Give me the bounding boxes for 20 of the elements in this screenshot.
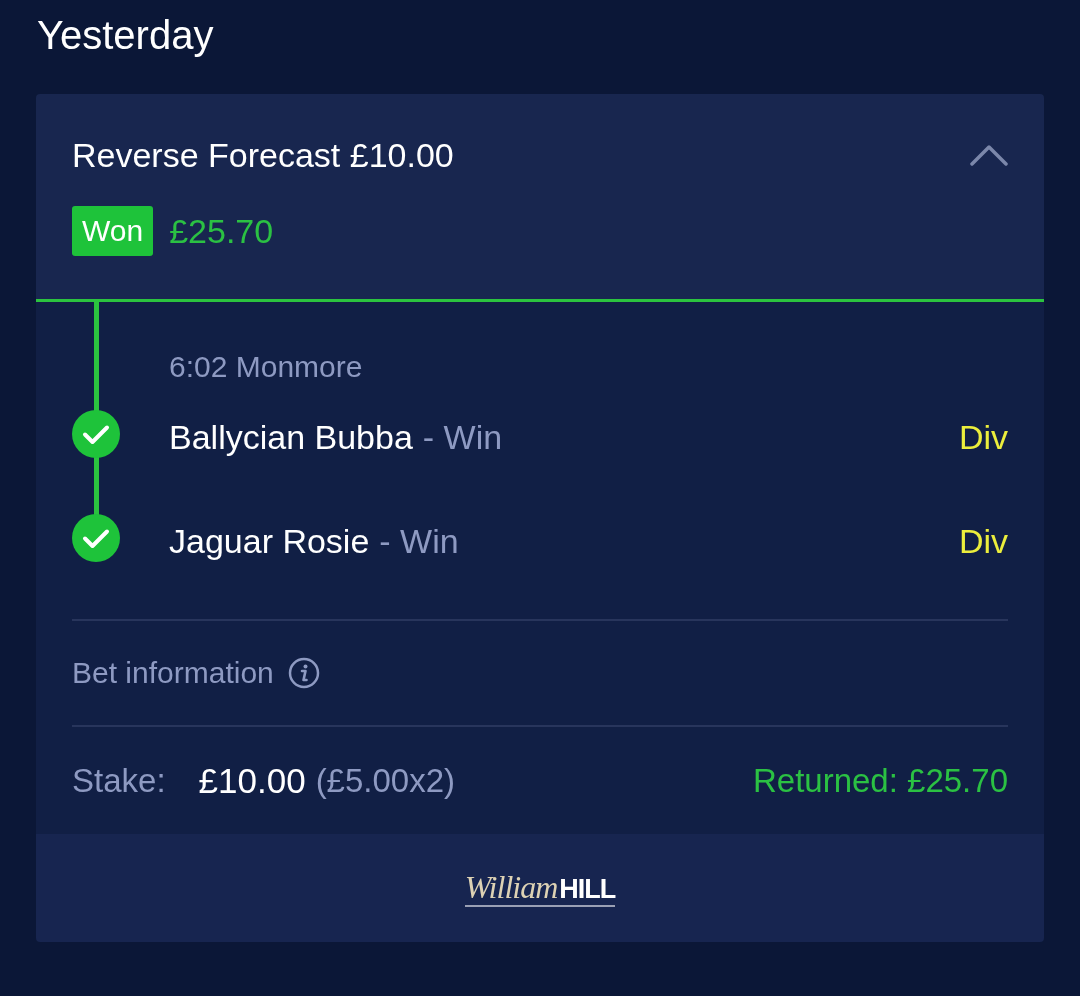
winnings-amount: £25.70 — [169, 211, 274, 251]
market-label: - Win — [422, 417, 503, 457]
collapse-chevron-icon[interactable] — [970, 144, 1008, 166]
market-label: - Win — [379, 521, 459, 561]
section-heading: Yesterday — [37, 12, 215, 58]
price-label: Div — [958, 521, 1008, 561]
stake-label: Stake: — [72, 760, 166, 801]
event-label: 6:02 Monmore — [169, 350, 363, 383]
selection-name: Ballycian Bubba — [169, 417, 413, 457]
logo-script-text: William — [464, 869, 558, 904]
stake-amount: £10.00 — [198, 760, 306, 801]
status-badge: Won — [72, 206, 154, 256]
logo-bold-text: HILL — [559, 873, 616, 904]
bet-information-link[interactable]: Bet information — [72, 655, 274, 691]
selection-name: Jaguar Rosie — [169, 521, 370, 561]
bet-title: Reverse Forecast £10.00 — [72, 135, 454, 175]
info-icon[interactable] — [287, 657, 320, 689]
stake-detail: (£5.00x2) — [315, 760, 456, 801]
price-label: Div — [958, 417, 1008, 457]
returned-amount: Returned: £25.70 — [752, 760, 1008, 801]
